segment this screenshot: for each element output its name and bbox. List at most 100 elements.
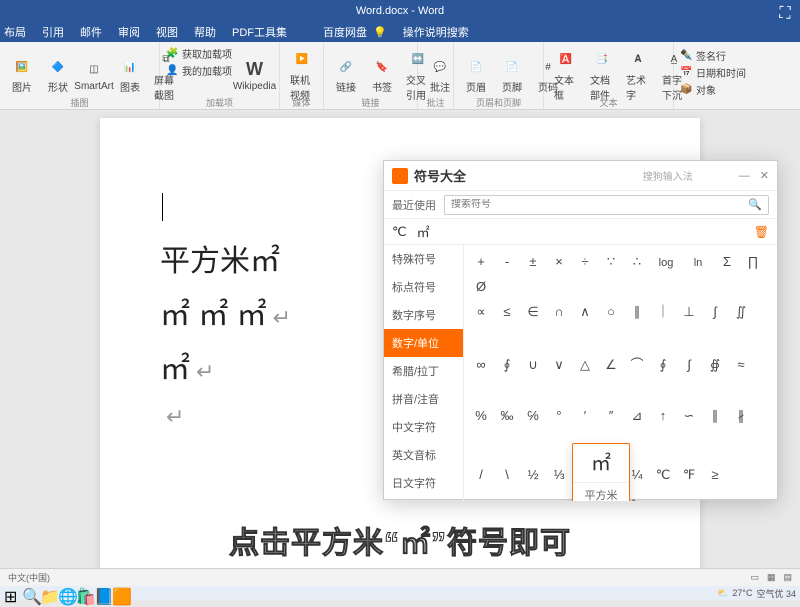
symbol-cell[interactable]: ≈ <box>728 352 754 376</box>
symbol-cell[interactable]: ○ <box>598 300 624 324</box>
symbol-cell[interactable]: ° <box>546 404 572 428</box>
symbol-cell[interactable] <box>468 377 494 401</box>
category-item[interactable]: 英文音标 <box>384 441 463 469</box>
symbol-cell[interactable]: ₣ <box>720 495 746 502</box>
symbol-cell[interactable] <box>468 428 494 452</box>
tab-review[interactable]: 审阅 <box>118 24 140 40</box>
symbol-cell[interactable]: ∮ <box>494 353 520 377</box>
symbol-cell[interactable]: ‰ <box>494 404 520 428</box>
symbol-cell[interactable]: ∴ <box>624 250 650 274</box>
my-addins-button[interactable]: 👤我的加载项 <box>166 63 232 78</box>
symbol-cell[interactable]: ｜ <box>650 299 676 323</box>
symbol-cell[interactable]: ∠ <box>598 353 624 377</box>
symbol-cell[interactable]: ÷ <box>572 249 598 273</box>
view-print-icon[interactable]: ▦ <box>767 572 776 583</box>
symbol-cell[interactable]: ∧ <box>572 300 598 324</box>
symbol-cell[interactable]: / <box>468 463 494 487</box>
window-sys-icon[interactable]: ⛶ <box>770 3 800 21</box>
symbol-cell[interactable]: ≤ <box>494 300 520 324</box>
symbol-cell[interactable]: ′ <box>572 404 598 428</box>
category-item[interactable]: 韩文字符 <box>384 497 463 501</box>
search-icon[interactable]: 🔍 <box>748 198 762 211</box>
category-item[interactable]: 特殊符号 <box>384 245 463 273</box>
symbol-cell[interactable]: ∥ <box>624 300 650 324</box>
category-item[interactable]: 数字序号 <box>384 301 463 329</box>
symbol-cell[interactable]: ⊿ <box>624 404 650 428</box>
symbol-cell[interactable] <box>494 487 520 501</box>
symbol-cell[interactable]: ∬ <box>728 300 754 324</box>
symbol-cell[interactable]: ∈ <box>520 300 546 324</box>
symbol-cell[interactable]: ℃ <box>650 463 676 487</box>
recent-item[interactable]: ㎡ <box>417 222 430 241</box>
task-sogou-icon[interactable]: 🟧 <box>112 587 124 599</box>
tab-help[interactable]: 帮助 <box>194 24 216 40</box>
start-button[interactable]: ⊞ <box>4 587 16 599</box>
object-button[interactable]: 📦对象 <box>680 82 748 97</box>
symbol-cell[interactable]: \ <box>494 463 520 487</box>
symbol-cell[interactable]: log <box>650 251 682 275</box>
panel-titlebar[interactable]: 符号大全 搜狗输入法 — ✕ <box>384 161 777 191</box>
symbol-cell[interactable]: ∩ <box>546 300 572 324</box>
tab-layout[interactable]: 布局 <box>4 24 26 40</box>
get-addins-button[interactable]: 🧩获取加载项 <box>166 46 232 61</box>
task-store-icon[interactable]: 🛍️ <box>76 587 88 599</box>
symbol-cell[interactable]: % <box>468 404 494 428</box>
category-item[interactable]: 数字/单位 <box>384 329 463 357</box>
symbol-cell[interactable]: ″ <box>598 404 624 428</box>
category-item[interactable]: 标点符号 <box>384 273 463 301</box>
symbol-cell[interactable]: ∽ <box>676 404 702 428</box>
symbol-cell[interactable]: mm <box>520 496 552 501</box>
symbol-cell[interactable]: ↑ <box>650 404 676 428</box>
symbol-cell[interactable]: Σ <box>714 249 740 273</box>
symbol-cell[interactable]: ∮ <box>650 353 676 377</box>
symbol-cell[interactable]: + <box>468 249 494 273</box>
delete-recent-icon[interactable]: 🗑 <box>754 225 769 239</box>
task-explorer-icon[interactable]: 📁 <box>40 587 52 599</box>
symbol-cell[interactable]: ½ <box>520 463 546 487</box>
symbol-search[interactable]: 🔍 <box>444 195 769 215</box>
symbol-cell[interactable]: $ <box>668 495 694 502</box>
symbol-cell[interactable]: ℅ <box>520 404 546 428</box>
symbol-cell[interactable]: ⅓ <box>546 463 572 487</box>
symbol-cell[interactable]: ∝ <box>468 300 494 324</box>
view-read-icon[interactable]: ▭ <box>750 572 759 583</box>
view-web-icon[interactable]: ▤ <box>783 572 792 583</box>
symbol-cell[interactable]: ≥ <box>702 463 728 487</box>
symbol-cell[interactable]: ∥ <box>702 404 728 428</box>
symbol-cell[interactable]: ± <box>520 249 546 273</box>
symbol-cell[interactable]: ∯ <box>702 353 728 377</box>
category-item[interactable]: 希腊/拉丁 <box>384 357 463 385</box>
symbol-cell[interactable] <box>728 455 754 479</box>
symbol-cell[interactable]: ∏ <box>740 249 766 273</box>
symbol-cell[interactable]: × <box>546 249 572 273</box>
task-search-icon[interactable]: 🔍 <box>22 587 34 599</box>
task-edge-icon[interactable]: 🌐 <box>58 587 70 599</box>
symbol-cell[interactable]: ∫ <box>702 300 728 324</box>
symbol-cell[interactable]: ∵ <box>598 250 624 274</box>
symbol-cell[interactable]: △ <box>572 353 598 377</box>
search-input[interactable] <box>451 199 748 210</box>
symbol-cell[interactable] <box>468 487 494 501</box>
symbol-cell[interactable]: ¥ <box>642 495 668 502</box>
category-item[interactable]: 拼音/注音 <box>384 385 463 413</box>
symbol-cell[interactable]: € <box>694 495 720 502</box>
symbol-cell[interactable]: - <box>494 249 520 273</box>
tab-references[interactable]: 引用 <box>42 24 64 40</box>
symbol-cell[interactable]: ln <box>682 251 714 275</box>
weather-tray[interactable]: ⛅ 27°C 空气优 34 <box>717 587 796 600</box>
category-item[interactable]: 日文字符 <box>384 469 463 497</box>
symbol-cell[interactable]: ∞ <box>468 352 494 376</box>
datetime-button[interactable]: 📅日期和时间 <box>680 65 748 80</box>
symbol-cell[interactable]: ∨ <box>546 353 572 377</box>
tab-mailings[interactable]: 邮件 <box>80 24 102 40</box>
category-item[interactable]: 中文字符 <box>384 413 463 441</box>
recent-item[interactable]: ℃ <box>392 224 407 240</box>
symbol-cell[interactable]: ∦ <box>728 404 754 428</box>
panel-minimize-icon[interactable]: — <box>739 170 750 182</box>
baidu-netdisk[interactable]: 百度网盘 <box>323 24 367 40</box>
language-status[interactable]: 中文(中国) <box>8 571 50 584</box>
symbol-cell[interactable]: ℉ <box>676 463 702 487</box>
symbol-cell[interactable]: ∫ <box>676 352 702 376</box>
symbol-cell[interactable]: ⊥ <box>676 300 702 324</box>
symbol-cell[interactable]: ∪ <box>520 353 546 377</box>
